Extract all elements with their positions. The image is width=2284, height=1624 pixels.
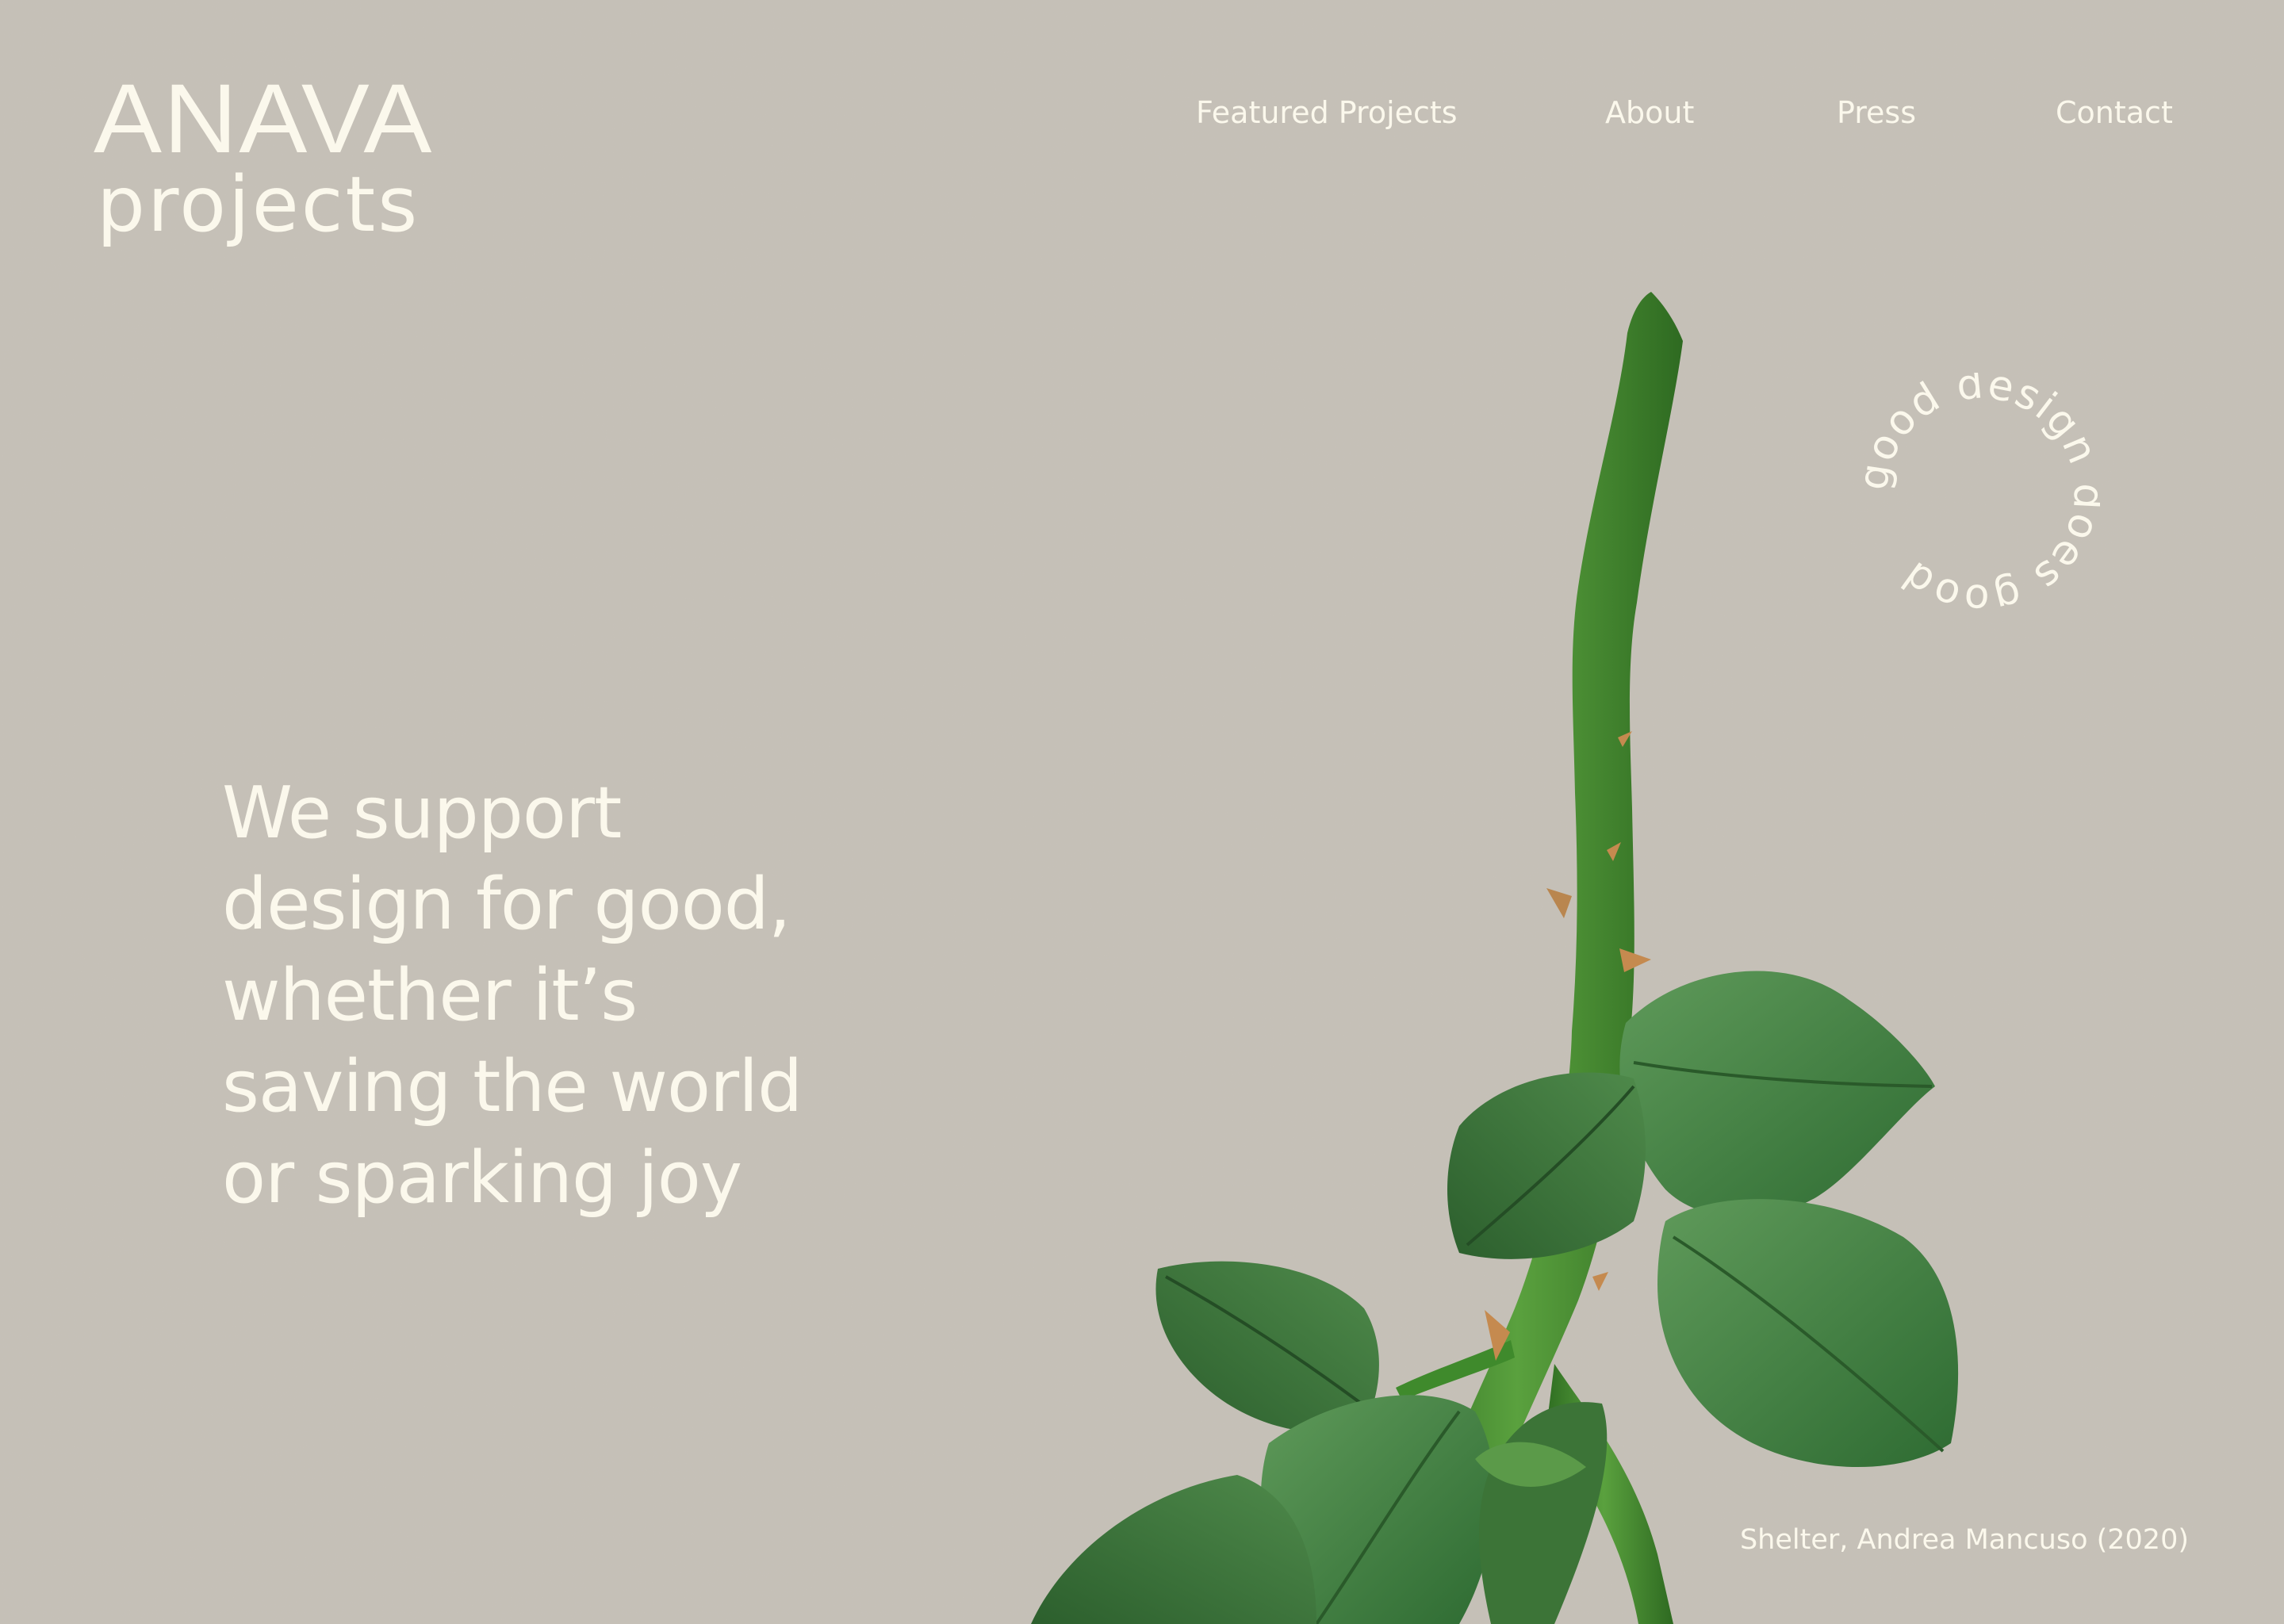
headline-line-5: or sparking joy	[222, 1136, 742, 1220]
badge-text: good design does good	[1862, 373, 2100, 611]
artwork-caption: Shelter, Andrea Mancuso (2020)	[1739, 1524, 2189, 1556]
headline-line-4: saving the world	[222, 1045, 803, 1128]
headline-line-3: whether it’s	[222, 954, 638, 1037]
leaf-bottom-left	[1031, 1475, 1316, 1624]
leaf-middle-left	[1447, 1072, 1646, 1259]
leaf-lower-right	[1657, 1199, 1959, 1467]
hero-headline: We support design for good, whether it’s…	[222, 768, 1094, 1224]
headline-line-1: We support	[222, 772, 622, 855]
svg-text:good design does good: good design does good	[1862, 373, 2100, 611]
headline-line-2: design for good,	[222, 863, 791, 946]
circular-text-badge: good design does good	[1862, 373, 2100, 611]
leaf-upper-right	[1619, 971, 1935, 1218]
landing-page: ANAVA projects Featured Projects About P…	[0, 0, 2284, 1624]
